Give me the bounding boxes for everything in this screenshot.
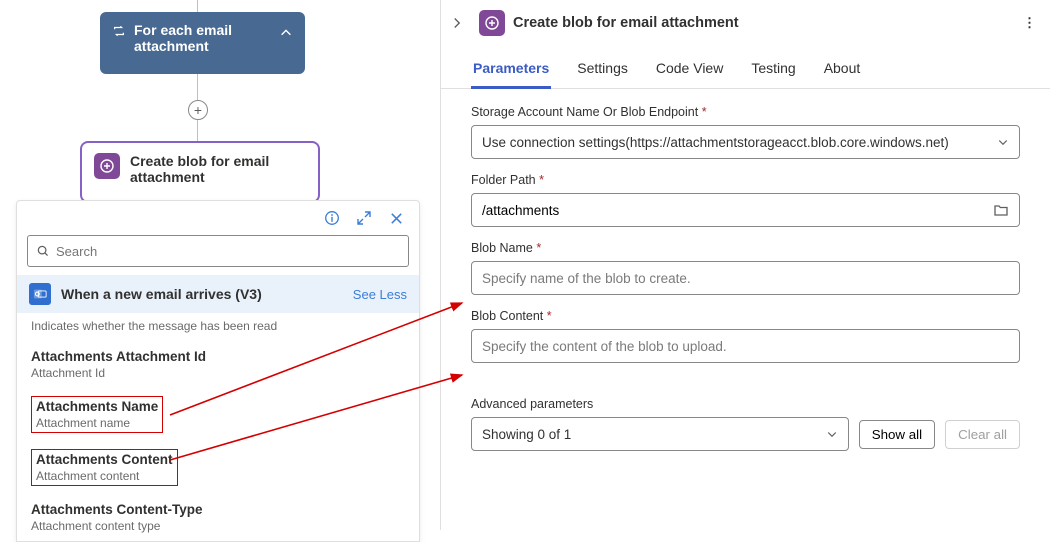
foreach-loop-card[interactable]: For each email attachment [100, 12, 305, 74]
dynamic-content-panel: When a new email arrives (V3) See Less I… [16, 200, 420, 542]
expand-icon[interactable] [355, 209, 373, 227]
category-title: When a new email arrives (V3) [61, 286, 262, 302]
blob-content-input[interactable] [471, 329, 1020, 363]
storage-select[interactable]: Use connection settings(https://attachme… [471, 125, 1020, 159]
category-hint: Indicates whether the message has been r… [17, 313, 419, 341]
search-input[interactable] [56, 244, 400, 259]
dyn-item-attachment-id[interactable]: Attachments Attachment Id Attachment Id [31, 341, 405, 388]
foreach-label: For each email attachment [134, 22, 293, 54]
folder-path-input[interactable] [471, 193, 1020, 227]
clear-all-button: Clear all [945, 420, 1020, 449]
search-icon [36, 244, 50, 258]
tab-code-view[interactable]: Code View [654, 60, 725, 88]
blob-name-input[interactable] [471, 261, 1020, 295]
tab-settings[interactable]: Settings [575, 60, 630, 88]
outlook-icon [29, 283, 51, 305]
folder-label: Folder Path [471, 173, 536, 187]
chevron-down-icon [826, 428, 838, 440]
see-less-link[interactable]: See Less [353, 287, 407, 302]
create-blob-card[interactable]: Create blob for email attachment [80, 141, 320, 203]
more-menu-icon[interactable]: ⋮ [1023, 15, 1036, 31]
blobname-label: Blob Name [471, 241, 533, 255]
panel-tabs: Parameters Settings Code View Testing Ab… [441, 42, 1050, 89]
dyn-item-attachments-content[interactable]: Attachments Content Attachment content [31, 441, 405, 494]
blob-action-icon [94, 153, 120, 179]
tab-testing[interactable]: Testing [749, 60, 797, 88]
chevron-down-icon [997, 136, 1009, 148]
blobcontent-label: Blob Content [471, 309, 543, 323]
search-input-wrap[interactable] [27, 235, 409, 267]
folder-icon[interactable] [993, 202, 1009, 218]
advanced-label: Advanced parameters [471, 397, 1020, 411]
dyn-item-attachments-name[interactable]: Attachments Name Attachment name [31, 388, 405, 441]
tab-parameters[interactable]: Parameters [471, 60, 551, 89]
blob-action-icon [479, 10, 505, 36]
chevron-up-icon[interactable] [279, 26, 293, 40]
panel-title: Create blob for email attachment [513, 15, 739, 31]
collapse-panel-icon[interactable] [451, 17, 471, 29]
tab-about[interactable]: About [822, 60, 863, 88]
info-icon[interactable] [323, 209, 341, 227]
loop-icon [112, 24, 126, 38]
category-row[interactable]: When a new email arrives (V3) See Less [17, 275, 419, 313]
show-all-button[interactable]: Show all [859, 420, 935, 449]
add-step-button[interactable]: + [188, 100, 208, 120]
advanced-select[interactable]: Showing 0 of 1 [471, 417, 849, 451]
storage-label: Storage Account Name Or Blob Endpoint [471, 105, 698, 119]
dyn-item-content-type[interactable]: Attachments Content-Type Attachment cont… [31, 494, 405, 541]
close-icon[interactable] [387, 209, 405, 227]
create-blob-label: Create blob for email attachment [130, 153, 306, 185]
